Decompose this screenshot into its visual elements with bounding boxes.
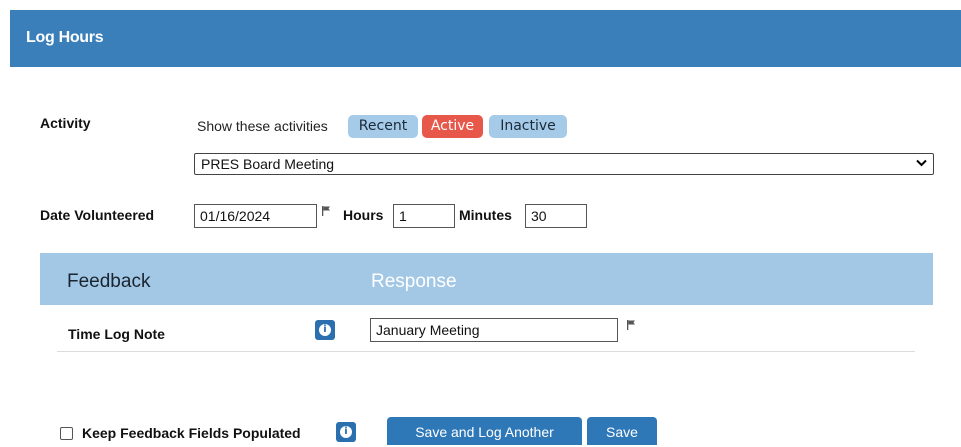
info-icon[interactable]: i [336, 422, 356, 442]
page-header: Log Hours [10, 10, 961, 67]
filter-recent-button[interactable]: Recent [348, 115, 418, 138]
minutes-input[interactable]: 30 [525, 204, 587, 228]
keep-feedback-checkbox[interactable] [60, 427, 73, 440]
activity-label: Activity [40, 115, 91, 131]
show-activities-label: Show these activities [197, 118, 328, 134]
hours-input[interactable]: 1 [393, 204, 455, 228]
chevron-down-icon [916, 159, 927, 167]
date-volunteered-label: Date Volunteered [40, 207, 155, 223]
activity-select[interactable]: PRES Board Meeting [194, 153, 934, 175]
filter-inactive-button[interactable]: Inactive [489, 115, 567, 138]
page-title: Log Hours [26, 29, 104, 46]
keep-feedback-label: Keep Feedback Fields Populated [82, 425, 301, 441]
time-log-note-input[interactable]: January Meeting [370, 318, 618, 342]
activity-select-value: PRES Board Meeting [201, 156, 335, 172]
minutes-label: Minutes [459, 207, 512, 223]
save-and-log-another-button[interactable]: Save and Log Another [387, 417, 582, 445]
feedback-table-header: Feedback Response [40, 253, 933, 305]
time-log-note-label: Time Log Note [68, 326, 165, 342]
date-input[interactable]: 01/16/2024 [194, 204, 317, 228]
row-divider [57, 351, 915, 352]
flag-icon[interactable] [626, 320, 636, 330]
response-column-header: Response [371, 271, 457, 292]
hours-label: Hours [343, 207, 384, 223]
feedback-column-header: Feedback [67, 271, 151, 292]
flag-icon[interactable] [321, 206, 331, 216]
save-button[interactable]: Save [587, 417, 657, 445]
filter-active-button[interactable]: Active [422, 115, 483, 138]
info-icon[interactable]: i [315, 320, 335, 340]
